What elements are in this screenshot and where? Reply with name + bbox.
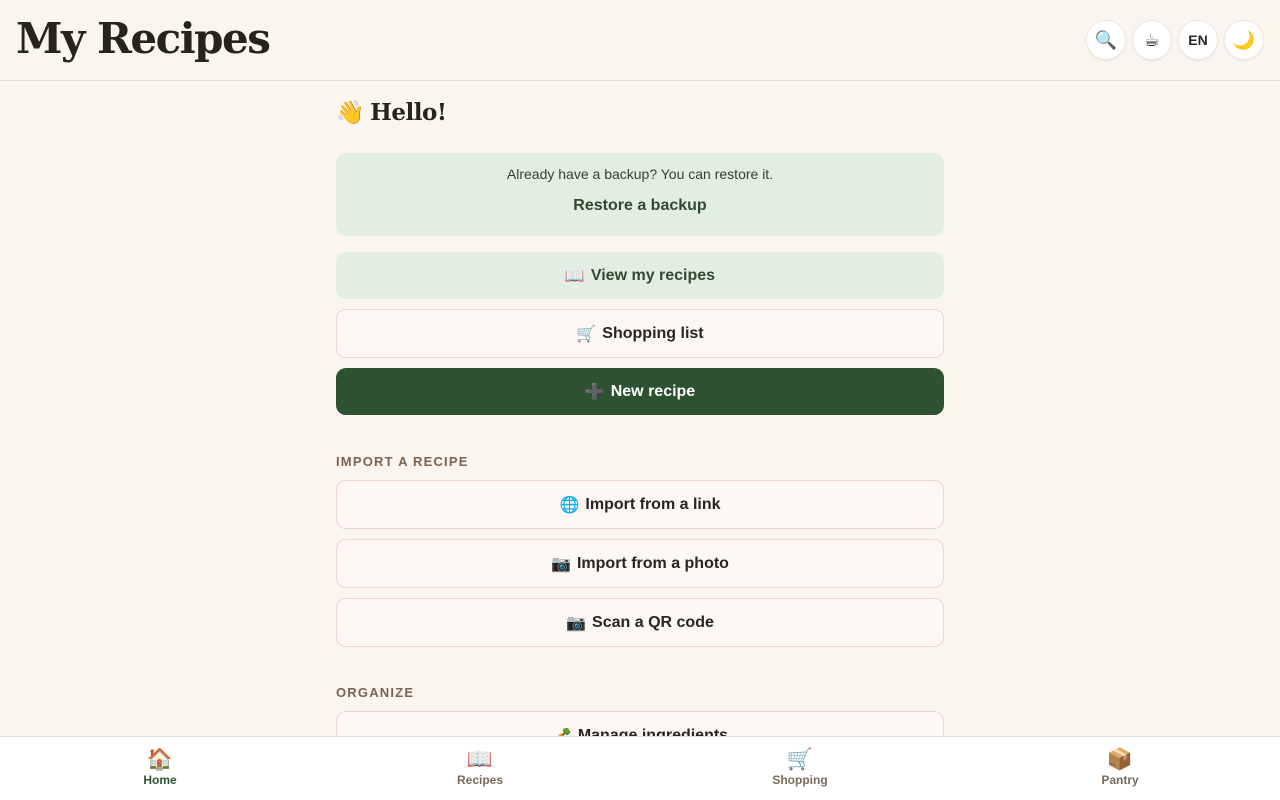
top-actions: 🔍 ☕ EN 🌙: [1086, 20, 1264, 60]
view-recipes-button[interactable]: 📖 View my recipes: [336, 252, 944, 299]
shopping-list-label: Shopping list: [602, 324, 704, 342]
nav-item-home[interactable]: 🏠 Home: [0, 737, 320, 800]
camera-icon: 📷: [551, 555, 571, 573]
view-recipes-label: View my recipes: [590, 266, 716, 284]
nav-item-recipes[interactable]: 📖 Recipes: [320, 737, 640, 800]
nav-label-shopping: Shopping: [772, 773, 828, 787]
cart-icon: 🛒: [576, 325, 597, 343]
shopping-list-button[interactable]: 🛒 Shopping list: [336, 309, 944, 358]
new-recipe-button[interactable]: ➕ New recipe: [336, 368, 944, 415]
house-icon: 🏠: [146, 748, 174, 771]
import-link-button[interactable]: 🌐 Import from a link: [336, 480, 944, 529]
main-content: 👋 Hello! Already have a backup? You can …: [336, 81, 944, 736]
coffee-button[interactable]: ☕: [1132, 20, 1172, 60]
nav-label-home: Home: [143, 773, 177, 787]
language-label: EN: [1188, 32, 1208, 48]
globe-icon: 🌐: [559, 496, 580, 514]
bottom-nav: 🏠 Home 📖 Recipes 🛒 Shopping 📦 Pantry: [0, 736, 1280, 800]
app-title: My Recipes: [16, 14, 271, 63]
carrot-icon: 🥕: [551, 727, 572, 737]
coffee-icon: ☕: [1143, 29, 1161, 50]
waving-hand-icon: 👋: [336, 98, 365, 126]
moon-icon: 🌙: [1232, 29, 1256, 50]
search-button[interactable]: 🔍: [1086, 20, 1126, 60]
scan-qr-button[interactable]: 📷 Scan a QR code: [336, 598, 944, 647]
plus-icon: ➕: [584, 383, 605, 401]
manage-ingredients-button[interactable]: 🥕 Manage ingredients: [336, 711, 944, 736]
nav-item-pantry[interactable]: 📦 Pantry: [960, 737, 1280, 800]
scan-qr-label: Scan a QR code: [592, 613, 714, 631]
restore-backup-link[interactable]: Restore a backup: [573, 197, 706, 215]
import-photo-button[interactable]: 📷 Import from a photo: [336, 539, 944, 588]
manage-ingredients-label: Manage ingredients: [577, 726, 729, 737]
greeting: 👋 Hello!: [336, 97, 944, 127]
greeting-text: Hello!: [370, 98, 447, 126]
nav-label-recipes: Recipes: [456, 773, 504, 787]
restore-card: Already have a backup? You can restore i…: [336, 153, 944, 236]
book-icon: 📖: [466, 748, 494, 771]
language-button[interactable]: EN: [1178, 20, 1218, 60]
restore-text: Already have a backup? You can restore i…: [506, 166, 774, 182]
camera-icon: 📷: [566, 614, 587, 632]
cart-icon: 🛒: [786, 748, 814, 771]
nav-label-pantry: Pantry: [1101, 773, 1139, 787]
book-icon: 📖: [564, 267, 585, 285]
box-icon: 📦: [1106, 748, 1134, 771]
organize-section-label: ORGANIZE: [336, 685, 415, 700]
top-bar: My Recipes 🔍 ☕ EN 🌙: [0, 0, 1280, 81]
new-recipe-label: New recipe: [610, 382, 696, 400]
import-photo-label: Import from a photo: [576, 554, 729, 572]
import-section-label: IMPORT A RECIPE: [336, 454, 469, 469]
search-icon: 🔍: [1094, 29, 1118, 50]
nav-item-shopping[interactable]: 🛒 Shopping: [640, 737, 960, 800]
import-link-label: Import from a link: [585, 495, 721, 513]
dark-mode-button[interactable]: 🌙: [1224, 20, 1264, 60]
